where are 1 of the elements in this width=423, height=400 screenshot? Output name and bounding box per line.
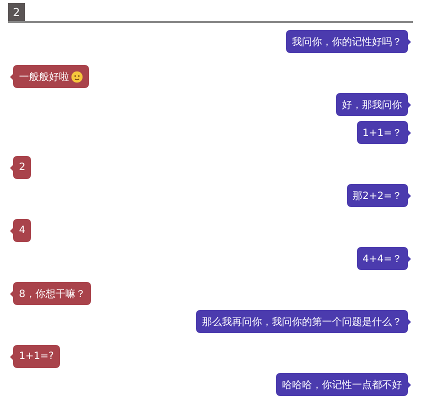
- section-number: 2: [8, 3, 25, 21]
